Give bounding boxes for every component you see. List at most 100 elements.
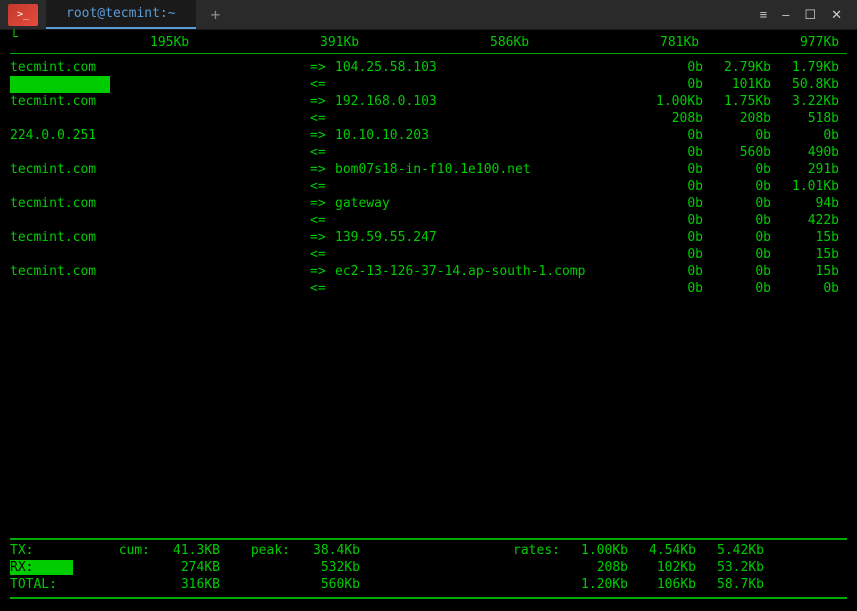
rx-row: RX: 274KB 532Kb 208b 102Kb 53.2Kb	[10, 559, 847, 576]
close-button[interactable]: ✕	[831, 7, 842, 23]
rate-value: 0b	[703, 127, 771, 144]
total-row: TOTAL: 316KB 560Kb 1.20Kb 106Kb 58.7Kb	[10, 576, 847, 593]
rate-value: 422b	[771, 212, 839, 229]
terminal-content[interactable]: └ 195Kb 391Kb 586Kb 781Kb 977Kb tecmint.…	[0, 30, 857, 611]
rate-value: 0b	[703, 263, 771, 280]
stats-footer: TX: cum: 41.3KB peak: 38.4Kb rates: 1.00…	[10, 536, 847, 601]
rate-value: 94b	[771, 195, 839, 212]
rate-value: 1.79Kb	[771, 59, 839, 76]
rate-value: 50.8Kb	[771, 76, 839, 93]
arrow-in-icon: <=	[310, 280, 335, 297]
rate-value: 1.01Kb	[771, 178, 839, 195]
arrow-in-icon: <=	[310, 110, 335, 127]
connection-in-row: <=0b0b1.01Kb	[10, 178, 847, 195]
local-host: 224.0.0.251	[10, 127, 310, 144]
rate-value: 0b	[703, 161, 771, 178]
arrow-in-icon: <=	[310, 212, 335, 229]
maximize-button[interactable]: ☐	[804, 7, 816, 23]
local-host: tecmint.com	[10, 195, 310, 212]
rate-value: 0b	[635, 246, 703, 263]
total-rate-0: 1.20Kb	[560, 576, 628, 593]
arrow-out-icon: =>	[310, 195, 335, 212]
rx-rate-1: 102Kb	[628, 559, 696, 576]
total-peak: 560Kb	[290, 576, 360, 593]
rate-value: 0b	[635, 195, 703, 212]
total-label: TOTAL:	[10, 576, 60, 593]
rate-value: 0b	[635, 229, 703, 246]
rate-value: 0b	[703, 212, 771, 229]
new-tab-button[interactable]: +	[196, 0, 236, 30]
rate-value: 490b	[771, 144, 839, 161]
arrow-in-icon: <=	[310, 76, 335, 93]
connection-in-row: <=208b208b518b	[10, 110, 847, 127]
remote-host: 139.59.55.247	[335, 229, 635, 246]
rx-rate-0: 208b	[560, 559, 628, 576]
menu-button[interactable]: ≡	[760, 7, 768, 23]
rate-value: 560b	[703, 144, 771, 161]
rate-value: 1.75Kb	[703, 93, 771, 110]
rate-value: 291b	[771, 161, 839, 178]
connection-out-row: tecmint.com=>gateway0b0b94b	[10, 195, 847, 212]
connections-list: tecmint.com=>104.25.58.1030b2.79Kb1.79Kb…	[10, 59, 847, 297]
connection-out-row: tecmint.com=>bom07s18-in-f10.1e100.net0b…	[10, 161, 847, 178]
tx-cum: 41.3KB	[150, 542, 220, 559]
rate-value: 15b	[771, 246, 839, 263]
rate-value: 518b	[771, 110, 839, 127]
scale-tick: 391Kb	[320, 35, 359, 50]
rx-peak: 532Kb	[290, 559, 360, 576]
connection-in-row: <=0b101Kb50.8Kb	[10, 76, 847, 93]
rate-value: 0b	[635, 59, 703, 76]
tx-rate-2: 5.42Kb	[696, 542, 764, 559]
arrow-in-icon: <=	[310, 178, 335, 195]
cum-label: cum:	[60, 542, 150, 559]
rate-value: 0b	[635, 212, 703, 229]
connection-in-row: <=0b0b422b	[10, 212, 847, 229]
arrow-out-icon: =>	[310, 59, 335, 76]
local-host: tecmint.com	[10, 59, 310, 76]
scale-divider	[10, 53, 847, 54]
remote-host: 10.10.10.203	[335, 127, 635, 144]
rate-value: 15b	[771, 263, 839, 280]
connection-in-row: <=0b0b15b	[10, 246, 847, 263]
rx-rate-2: 53.2Kb	[696, 559, 764, 576]
connection-out-row: tecmint.com=>139.59.55.2470b0b15b	[10, 229, 847, 246]
local-host: tecmint.com	[10, 93, 310, 110]
rate-value: 0b	[703, 178, 771, 195]
arrow-out-icon: =>	[310, 229, 335, 246]
local-host: tecmint.com	[10, 161, 310, 178]
tx-peak: 38.4Kb	[290, 542, 360, 559]
rx-label: RX:	[10, 559, 60, 576]
traffic-bar	[10, 76, 110, 93]
rate-value: 0b	[635, 280, 703, 297]
arrow-out-icon: =>	[310, 127, 335, 144]
remote-host: gateway	[335, 195, 635, 212]
tx-label: TX:	[10, 542, 60, 559]
window-controls: ≡ – ☐ ✕	[760, 7, 857, 23]
remote-host: bom07s18-in-f10.1e100.net	[335, 161, 635, 178]
minimize-button[interactable]: –	[782, 7, 789, 23]
rate-value: 0b	[771, 127, 839, 144]
remote-host: ec2-13-126-37-14.ap-south-1.comp	[335, 263, 635, 280]
connection-out-row: 224.0.0.251=>10.10.10.2030b0b0b	[10, 127, 847, 144]
tab-active[interactable]: root@tecmint:~	[46, 0, 196, 29]
rate-value: 0b	[635, 76, 703, 93]
scale-tick: 195Kb	[150, 35, 189, 50]
titlebar: >_ root@tecmint:~ + ≡ – ☐ ✕	[0, 0, 857, 30]
rate-value: 15b	[771, 229, 839, 246]
scale-tick: 977Kb	[800, 35, 839, 50]
total-cum: 316KB	[150, 576, 220, 593]
arrow-out-icon: =>	[310, 161, 335, 178]
connection-in-row: <=0b560b490b	[10, 144, 847, 161]
arrow-in-icon: <=	[310, 144, 335, 161]
bandwidth-scale: └ 195Kb 391Kb 586Kb 781Kb 977Kb	[10, 35, 847, 53]
terminal-icon: >_	[8, 4, 38, 26]
rate-value: 0b	[703, 229, 771, 246]
rate-value: 0b	[703, 246, 771, 263]
footer-divider	[10, 597, 847, 599]
rate-value: 0b	[635, 161, 703, 178]
rate-value: 208b	[635, 110, 703, 127]
remote-host: 104.25.58.103	[335, 59, 635, 76]
connection-out-row: tecmint.com=>104.25.58.1030b2.79Kb1.79Kb	[10, 59, 847, 76]
rate-value: 0b	[703, 280, 771, 297]
rx-cum: 274KB	[150, 559, 220, 576]
